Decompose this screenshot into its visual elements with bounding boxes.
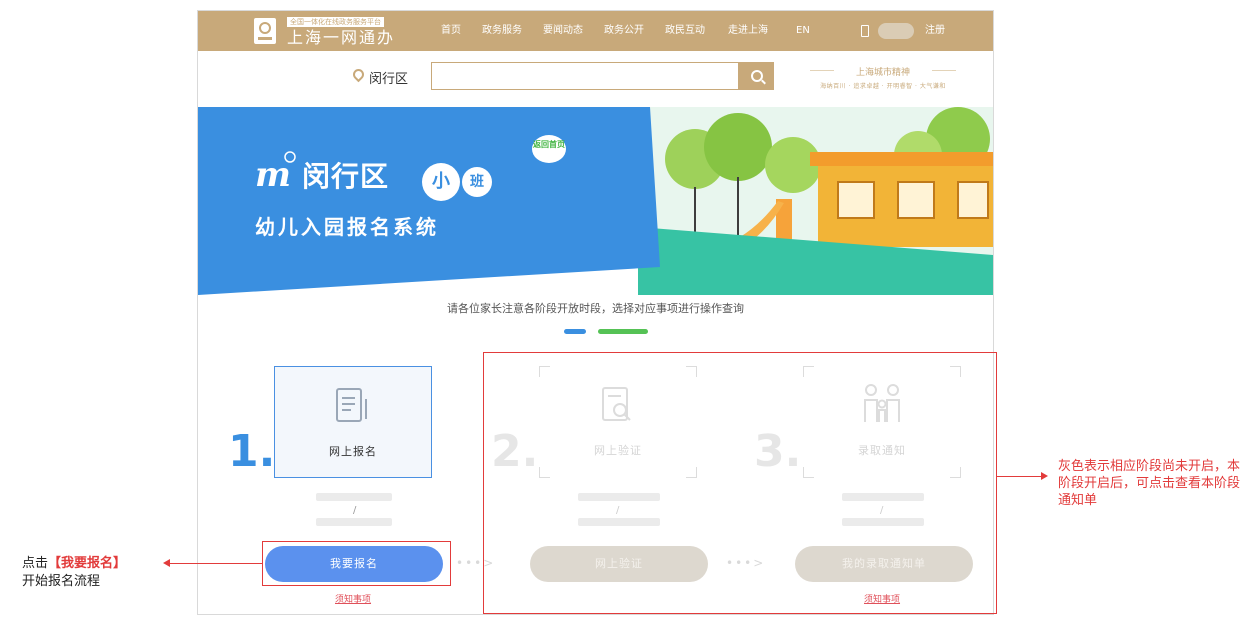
right-annotation: 灰色表示相应阶段尚未开启，本阶段开启后，可点击查看本阶段通知单 [1058, 459, 1241, 508]
document-edit-icon [336, 388, 367, 422]
apply-highlight-box [262, 541, 451, 586]
top-nav: 全国一体化在线政务服务平台 上海一网通办 首页 政务服务 要闻动态 政务公开 政… [198, 11, 993, 51]
right-arrow-line [997, 476, 1041, 477]
hero-banner: m 闵行区 小 班 返回首页 幼儿入园报名系统 [198, 107, 993, 295]
banner-illustration [198, 107, 993, 295]
carousel-dot[interactable] [598, 329, 648, 334]
city-spirit-title: 上海城市精神 [810, 65, 956, 78]
register-link[interactable]: 注册 [925, 25, 945, 37]
nav-news[interactable]: 要闻动态 [543, 25, 583, 37]
banner-subtitle: 幼儿入园报名系统 [255, 215, 439, 239]
left-annotation-highlight: 【我要报名】 [48, 556, 127, 571]
phase-tip: 请各位家长注意各阶段开放时段，选择对应事项进行操作查询 [447, 302, 744, 315]
right-arrow-head [1041, 472, 1048, 480]
step-1-slash: / [353, 505, 357, 516]
step-1-number: 1. [228, 426, 276, 477]
left-annotation: 点击【我要报名】 开始报名流程 [22, 555, 126, 591]
step-1-date-redacted [316, 518, 392, 526]
step-1-label: 网上报名 [329, 445, 377, 458]
step-1-card[interactable]: 网上报名 [274, 366, 432, 478]
left-arrow-line [169, 563, 262, 564]
left-annotation-line2: 开始报名流程 [22, 574, 101, 589]
nav-home[interactable]: 首页 [441, 25, 461, 37]
location-pin-icon [350, 66, 367, 83]
search-input[interactable] [431, 62, 739, 90]
badge-class: 班 [462, 167, 492, 197]
mobile-phone-icon[interactable] [861, 25, 869, 37]
inactive-steps-highlight-box [483, 352, 997, 614]
search-row: 闵行区 上海城市精神 海纳百川 · 追求卓越 · 开明睿智 · 大气谦和 [198, 51, 993, 105]
carousel-dot-active[interactable] [564, 329, 586, 334]
back-home-badge[interactable]: 返回首页 [532, 135, 566, 163]
search-icon [751, 70, 763, 82]
district-selector[interactable]: 闵行区 [369, 68, 408, 87]
city-spirit-slogan: 海纳百川 · 追求卓越 · 开明睿智 · 大气谦和 [820, 83, 946, 90]
district-name: 闵行区 [301, 160, 389, 193]
nav-english[interactable]: EN [796, 25, 810, 37]
logo-tagline: 全国一体化在线政务服务平台 [287, 17, 384, 27]
step-1-time-redacted [316, 493, 392, 501]
logo-icon[interactable] [254, 18, 276, 44]
nav-gov-services[interactable]: 政务服务 [482, 25, 522, 37]
badge-small: 小 [422, 163, 460, 201]
nav-about-shanghai[interactable]: 走进上海 [728, 25, 768, 37]
search-button[interactable] [739, 62, 774, 90]
left-annotation-prefix: 点击 [22, 556, 49, 571]
logo-title[interactable]: 上海一网通办 [287, 29, 395, 47]
nav-gov-open[interactable]: 政务公开 [604, 25, 644, 37]
banner-title: m 闵行区 [255, 155, 389, 195]
step-1-notice-link[interactable]: 须知事项 [335, 592, 371, 605]
login-link-redacted[interactable] [878, 23, 914, 39]
nav-interaction[interactable]: 政民互动 [665, 25, 705, 37]
